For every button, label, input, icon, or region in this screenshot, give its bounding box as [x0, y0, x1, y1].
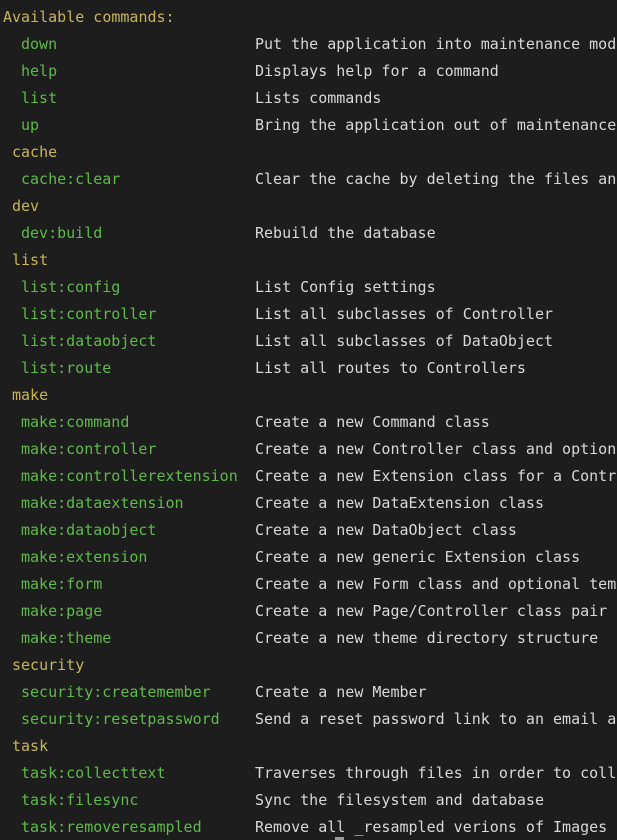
command-row: cache:clear Clear the cache by deleting t… — [0, 166, 617, 193]
command-row: task:collecttext Traverses through files … — [0, 760, 617, 787]
command-row: security:createmember Create a new Member — [0, 679, 617, 706]
command-row: make:theme Create a new theme directory s… — [0, 625, 617, 652]
command-description: List all subclasses of DataObject — [255, 332, 554, 350]
command-row: make:command Create a new Command class — [0, 409, 617, 436]
command-description: Create a new Member — [255, 683, 427, 701]
command-row: list:config List Config settings — [0, 274, 617, 301]
command-description: Lists commands — [255, 89, 382, 107]
available-commands-header: Available commands: — [3, 8, 175, 26]
command-description: Create a new generic Extension class — [255, 548, 581, 566]
command-description: Clear the cache by deleting the files an… — [255, 170, 617, 188]
command-name: make:dataobject — [21, 521, 157, 539]
command-description: Create a new Command class — [255, 413, 490, 431]
command-description: Traverses through files in order to coll… — [255, 764, 617, 782]
command-description: Displays help for a command — [255, 62, 499, 80]
command-description: Create a new DataObject class — [255, 521, 517, 539]
command-name: make:theme — [21, 629, 112, 647]
command-description: Put the application into maintenance mod… — [255, 35, 617, 53]
command-group-heading: make — [12, 386, 49, 404]
command-list: down Put the application into maintenance… — [0, 31, 617, 840]
command-row: list:dataobject List all subclasses of Da… — [0, 328, 617, 355]
command-name: make:command — [21, 413, 130, 431]
command-row: list Lists commands — [0, 85, 617, 112]
command-name: list:dataobject — [21, 332, 157, 350]
command-description: Rebuild the database — [255, 224, 436, 242]
command-description: Send a reset password link to an email a… — [255, 710, 617, 728]
command-name: task:collecttext — [21, 764, 166, 782]
command-group-heading: security — [12, 656, 85, 674]
command-name: make:extension — [21, 548, 148, 566]
command-name: make:controllerextension — [21, 467, 238, 485]
command-row: list:controller List all subclasses of Co… — [0, 301, 617, 328]
command-name: security:createmember — [21, 683, 211, 701]
command-name: task:removeresampled — [21, 818, 202, 836]
command-description: Create a new theme directory structure — [255, 629, 599, 647]
command-name: make:page — [21, 602, 103, 620]
command-row: make:controllerextension Create a new Ext… — [0, 463, 617, 490]
command-row: task:removeresampled Remove all _resample… — [0, 814, 617, 840]
command-name: make:controller — [21, 440, 157, 458]
command-description: List Config settings — [255, 278, 436, 296]
command-description: Create a new Form class and optional tem… — [255, 575, 617, 593]
command-row: make:controller Create a new Controller c… — [0, 436, 617, 463]
command-description: List all subclasses of Controller — [255, 305, 554, 323]
command-name: dev:build — [21, 224, 103, 242]
command-name: down — [21, 35, 58, 53]
command-row: security:resetpassword Send a reset passw… — [0, 706, 617, 733]
command-row: dev:build Rebuild the database — [0, 220, 617, 247]
command-description: Sync the filesystem and database — [255, 791, 544, 809]
command-description: Create a new DataExtension class — [255, 494, 544, 512]
command-description: Bring the application out of maintenance… — [255, 116, 617, 134]
command-name: make:dataextension — [21, 494, 184, 512]
command-description: Create a new Controller class and option… — [255, 440, 617, 458]
command-description: Remove all _resampled verions of Images — [255, 818, 608, 836]
command-group-heading: dev — [12, 197, 40, 215]
command-name: up — [21, 116, 40, 134]
command-name: list:route — [21, 359, 112, 377]
command-row: make:page Create a new Page/Controller cl… — [0, 598, 617, 625]
command-group-heading: list — [12, 251, 49, 269]
command-name: list:controller — [21, 305, 157, 323]
command-name: security:resetpassword — [21, 710, 220, 728]
command-row: list:route List all routes to Controllers — [0, 355, 617, 382]
command-row: help Displays help for a command — [0, 58, 617, 85]
command-row: make:dataextension Create a new DataExten… — [0, 490, 617, 517]
command-row: make:extension Create a new generic Exten… — [0, 544, 617, 571]
command-description: List all routes to Controllers — [255, 359, 526, 377]
command-description: Create a new Page/Controller class pair … — [255, 602, 617, 620]
command-name: task:filesync — [21, 791, 139, 809]
command-row: down Put the application into maintenance… — [0, 31, 617, 58]
command-name: cache:clear — [21, 170, 121, 188]
command-description: Create a new Extension class for a Contr… — [255, 467, 617, 485]
command-row: make:form Create a new Form class and opt… — [0, 571, 617, 598]
command-row: task:filesync Sync the filesystem and dat… — [0, 787, 617, 814]
command-group-heading: task — [12, 737, 49, 755]
command-group-heading: cache — [12, 143, 58, 161]
command-name: make:form — [21, 575, 103, 593]
terminal-output: Available commands: down Put the applicat… — [0, 0, 617, 840]
command-name: list — [21, 89, 58, 107]
command-row: up Bring the application out of maintenan… — [0, 112, 617, 139]
command-name: help — [21, 62, 58, 80]
command-row: make:dataobject Create a new DataObject c… — [0, 517, 617, 544]
command-name: list:config — [21, 278, 121, 296]
